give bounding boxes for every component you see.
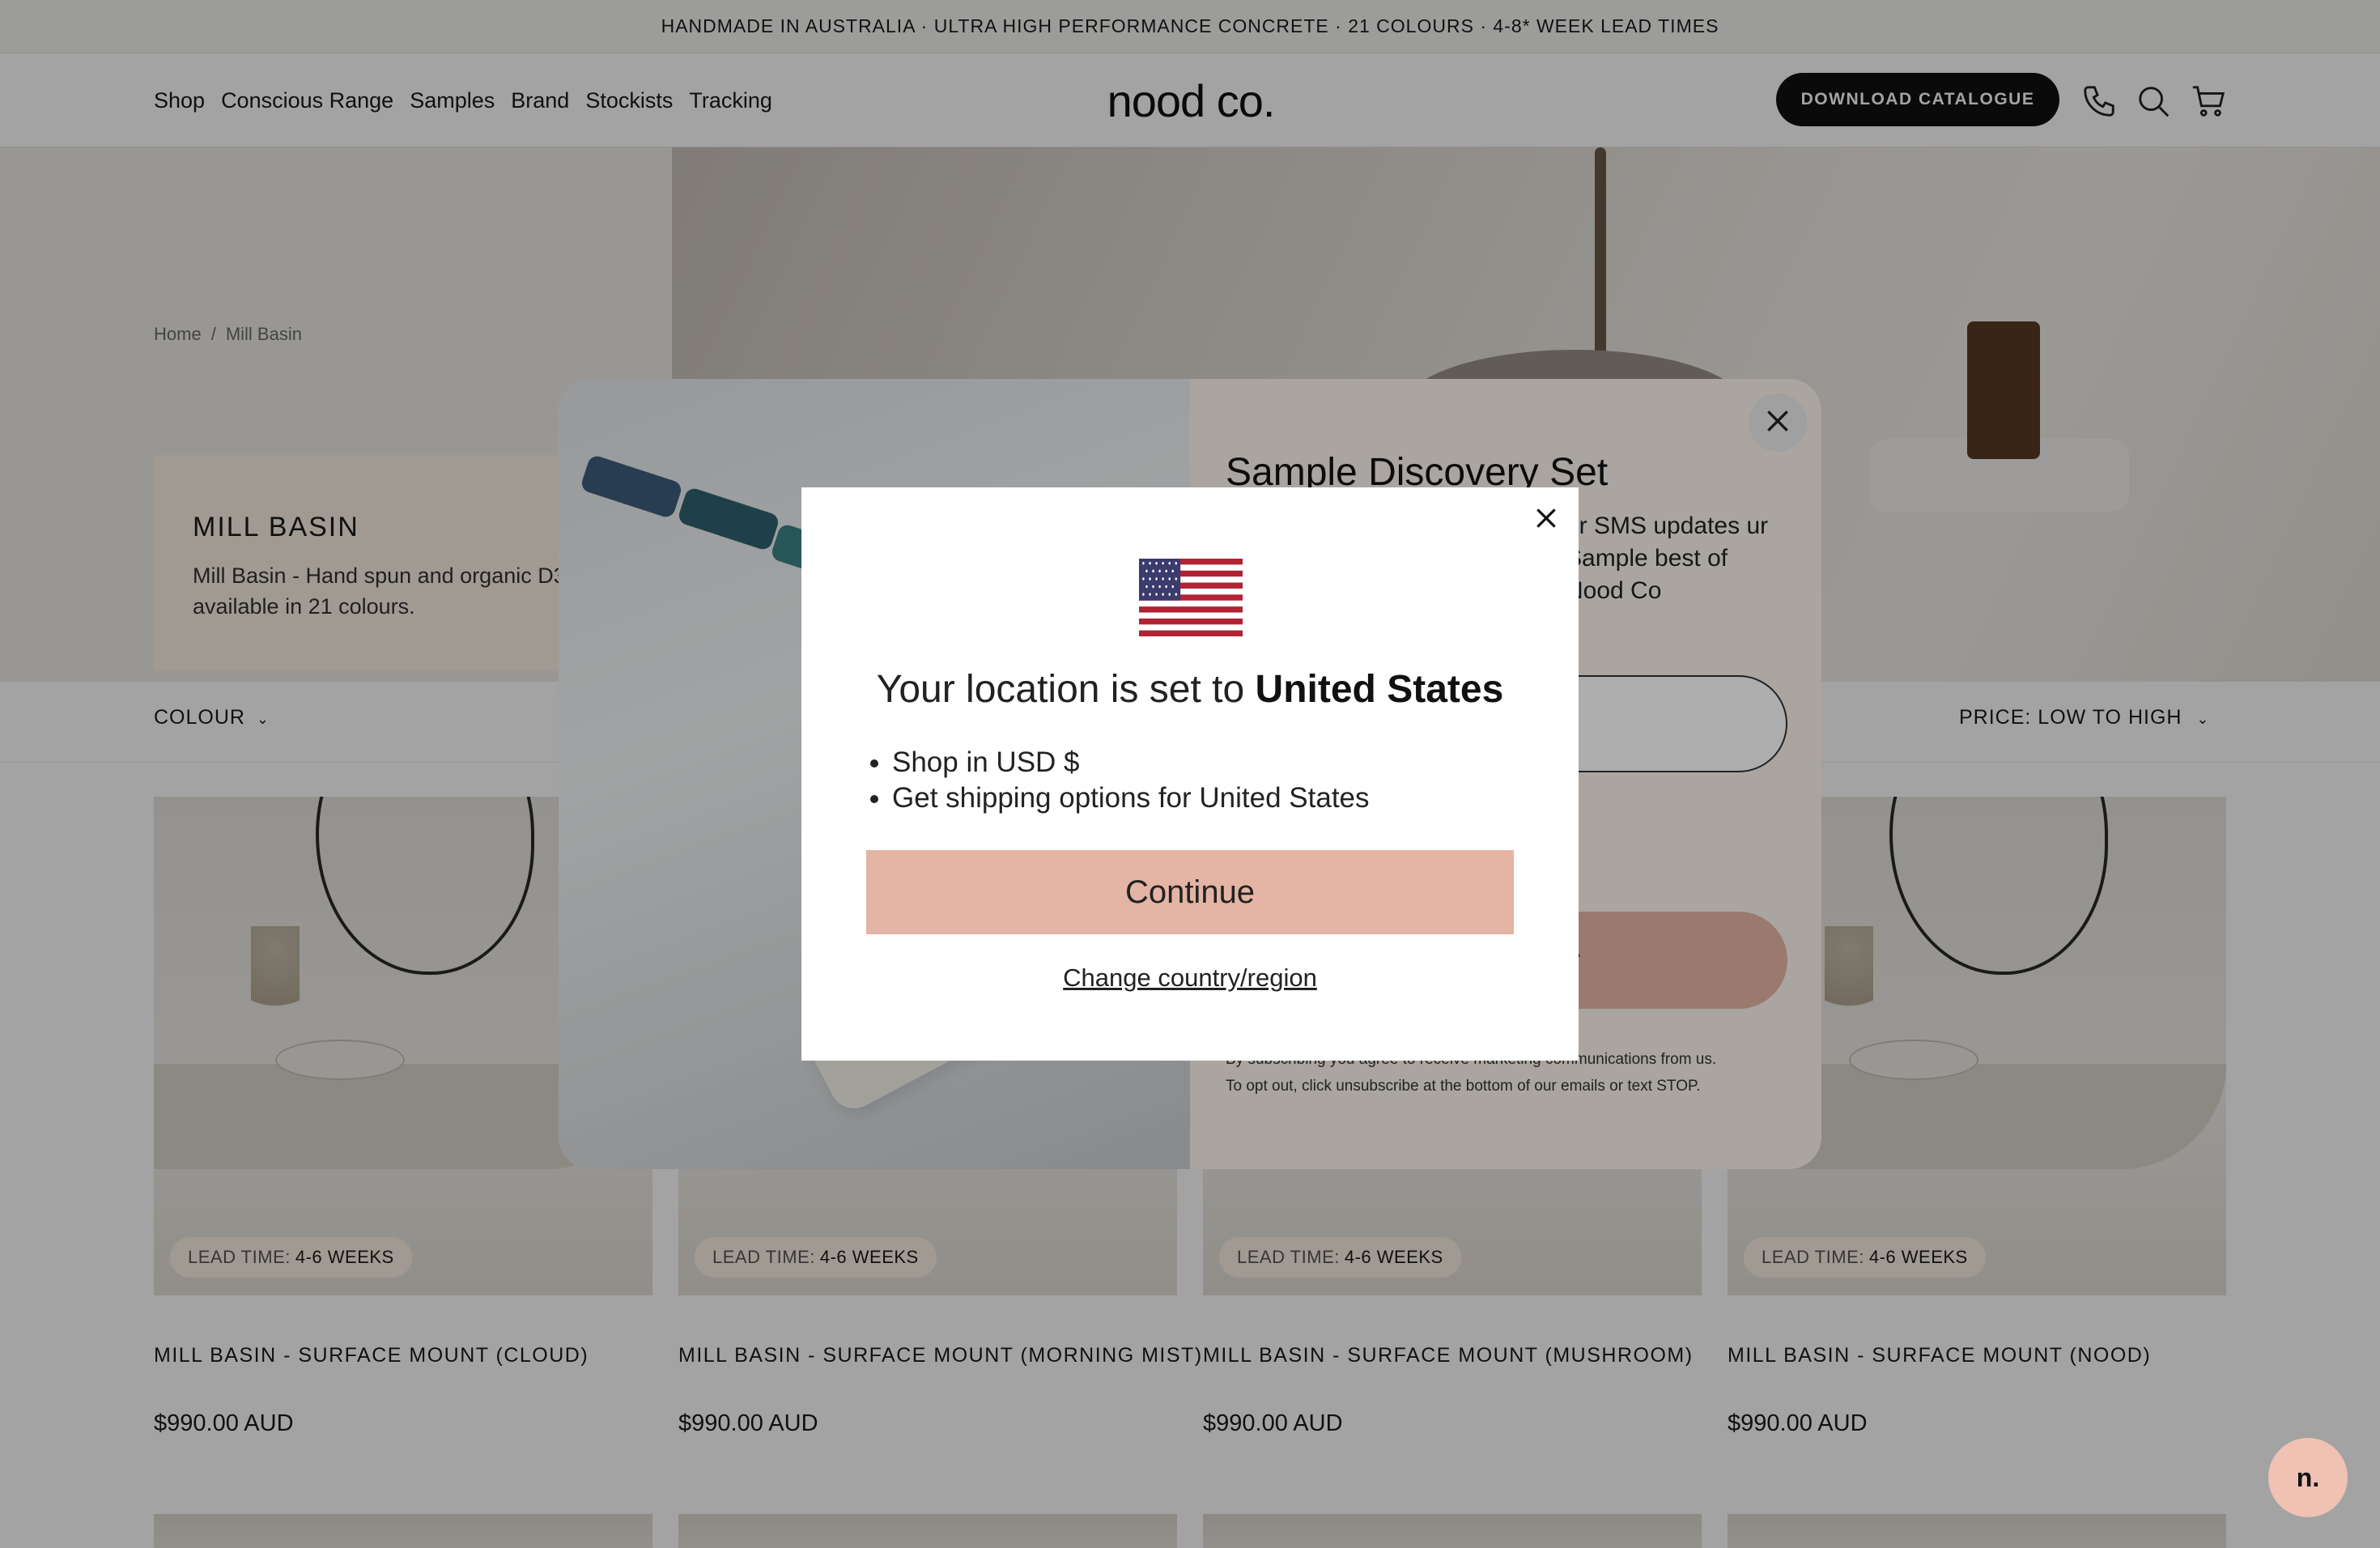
list-item: Get shipping options for United States [892,780,1370,816]
continue-button[interactable]: Continue [866,850,1514,934]
list-item: Shop in USD $ [892,745,1370,780]
location-benefits-list: Shop in USD $ Get shipping options for U… [892,745,1370,816]
location-title-prefix: Your location is set to [876,668,1245,711]
chat-button[interactable]: n. [2268,1438,2348,1517]
us-flag-icon [1139,559,1243,636]
close-icon [1533,505,1559,535]
location-country: United States [1255,668,1504,711]
location-title: Your location is set to United States [801,667,1579,712]
change-country-link[interactable]: Change country/region [801,963,1579,993]
location-close-button[interactable] [1528,502,1564,538]
location-modal: Your location is set to United States Sh… [801,487,1579,1061]
